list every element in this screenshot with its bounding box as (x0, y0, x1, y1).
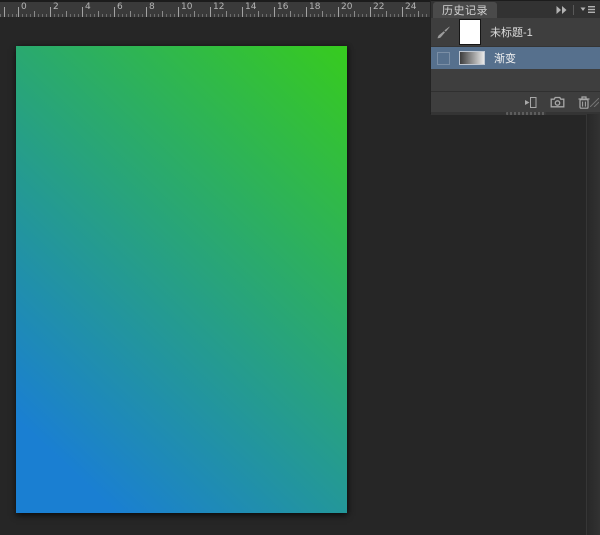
ruler-label: 18 (309, 3, 320, 12)
ruler-label: 22 (373, 3, 384, 12)
ruler-label: 24 (405, 3, 416, 12)
history-panel-footer (431, 91, 600, 112)
header-divider (573, 5, 574, 15)
ruler-label: 20 (341, 3, 352, 12)
ruler-label: 16 (277, 3, 288, 12)
camera-icon[interactable] (550, 96, 565, 108)
new-doc-from-state-icon[interactable] (520, 96, 537, 109)
history-tab-label: 历史记录 (442, 2, 488, 18)
snapshot-thumbnail (459, 19, 481, 45)
ruler-label: 0 (21, 3, 27, 12)
ruler-label: 12 (213, 3, 224, 12)
history-row-1[interactable]: 未标题-1 (431, 18, 600, 47)
ruler-label: 14 (245, 3, 256, 12)
history-rows: 未标题-1 渐变 (431, 18, 600, 91)
panel-resize-grip[interactable] (590, 94, 599, 112)
history-brush-source-well[interactable] (435, 52, 451, 65)
history-panel-header: 历史记录 (431, 0, 600, 18)
panel-bottom-edge (431, 112, 600, 115)
ruler-label: 10 (181, 3, 192, 12)
history-row-label: 渐变 (494, 50, 516, 66)
history-row-label: 未标题-1 (490, 24, 533, 40)
ruler-label: 2 (53, 3, 59, 12)
ruler-label: 6 (117, 3, 123, 12)
trash-icon[interactable] (578, 96, 590, 109)
horizontal-ruler[interactable]: 024681012141618202224 (0, 0, 430, 17)
collapse-to-icons-icon[interactable] (555, 5, 568, 15)
history-row-2[interactable]: 渐变 (431, 47, 600, 69)
panel-menu-icon[interactable] (579, 4, 596, 15)
panel-dock-strip[interactable] (586, 114, 600, 535)
document-canvas[interactable] (16, 46, 347, 513)
history-panel: 历史记录 未标题-1 渐变 (430, 0, 600, 114)
ruler-label: 4 (85, 3, 91, 12)
gradient-state-thumbnail (459, 51, 485, 65)
tab-history[interactable]: 历史记录 (433, 2, 497, 18)
history-brush-source-icon[interactable] (435, 26, 451, 39)
panel-drag-handle[interactable] (506, 112, 546, 115)
ruler-label: 8 (149, 3, 155, 12)
